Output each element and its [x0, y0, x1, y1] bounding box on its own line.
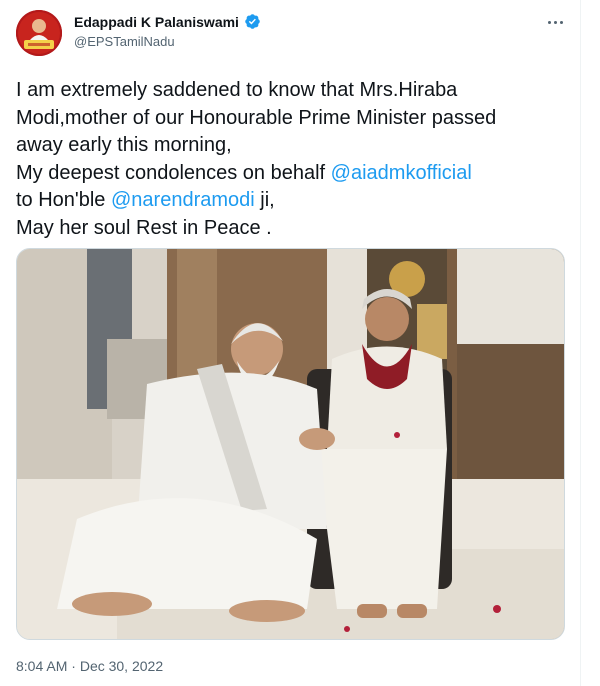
timeline-border — [580, 0, 581, 686]
tweet-text-fragment: to Hon'ble — [16, 189, 111, 212]
tweet-line: May her soul Rest in Peace . — [16, 216, 272, 239]
tweet-text-fragment: ji, — [254, 189, 275, 212]
tweet-text-fragment: My deepest condolences on behalf — [16, 161, 331, 184]
more-icon — [547, 20, 551, 24]
tweet-timestamp[interactable]: 8:04 AM · Dec 30, 2022 — [16, 658, 163, 674]
author-display-name[interactable]: Edappadi K Palaniswami — [74, 14, 239, 30]
tweet-line: My deepest condolences on behalf @aiadmk… — [16, 160, 572, 188]
timestamp-separator: · — [67, 658, 80, 674]
mention-link-aiadmkofficial[interactable]: @aiadmkofficial — [331, 162, 472, 184]
avatar-image — [16, 10, 62, 56]
tweet-photo[interactable] — [16, 248, 565, 640]
tweet-line: to Hon'ble @narendramodi ji, — [16, 187, 572, 215]
verified-badge-icon — [245, 14, 260, 29]
tweet-line: away early this morning, — [16, 134, 232, 157]
photo-image — [17, 249, 564, 639]
more-options-button[interactable] — [542, 12, 568, 32]
tweet-time: 8:04 AM — [16, 658, 68, 674]
tweet-line: Modi,mother of our Honourable Prime Mini… — [16, 106, 497, 129]
tweet-line: I am extremely saddened to know that Mrs… — [16, 79, 458, 101]
more-icon — [553, 20, 557, 24]
mention-link-narendramodi[interactable]: @narendramodi — [111, 189, 255, 211]
tweet-card: Edappadi K Palaniswami @EPSTamilNadu I a… — [0, 0, 580, 686]
more-icon — [559, 20, 563, 24]
tweet-date: Dec 30, 2022 — [79, 658, 164, 674]
author-avatar[interactable] — [16, 10, 62, 56]
author-handle[interactable]: @EPSTamilNadu — [74, 34, 175, 49]
tweet-text: I am extremely saddened to know that Mrs… — [16, 77, 572, 243]
